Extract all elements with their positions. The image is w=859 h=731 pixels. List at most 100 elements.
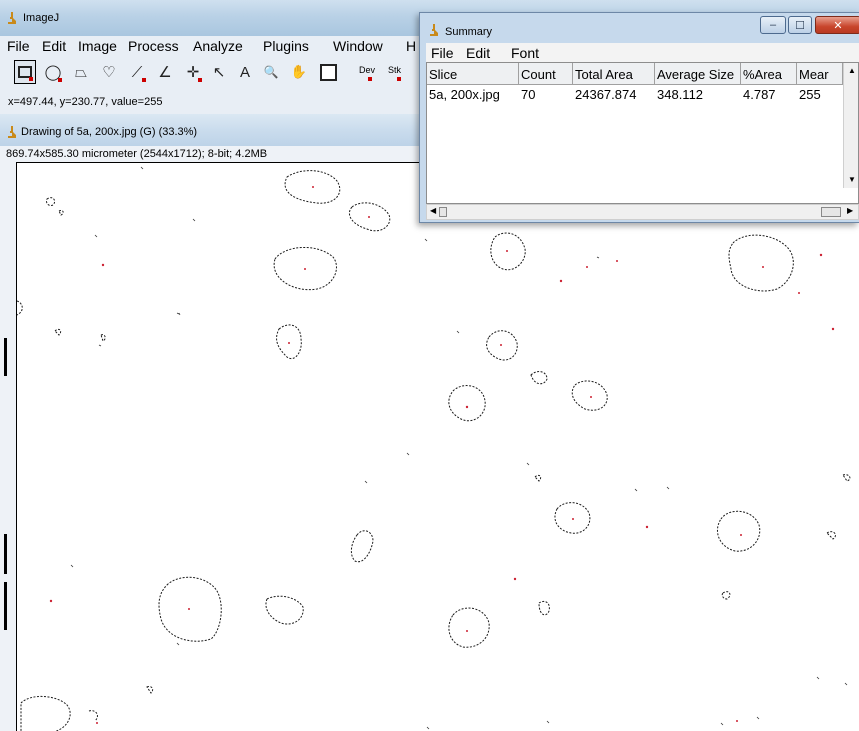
magnifier-tool[interactable]: 🔍 <box>260 60 282 84</box>
column-header-percent-area[interactable]: %Area <box>741 63 797 85</box>
centroid-dot <box>762 266 764 268</box>
close-button[interactable]: ✕ <box>815 16 859 34</box>
centroid-dot <box>101 263 105 267</box>
centroid-dot <box>513 577 517 581</box>
scroll-left-arrow-icon[interactable]: ◀ <box>430 206 436 215</box>
line-tool[interactable]: ⟋ <box>126 60 148 84</box>
column-header-average-size[interactable]: Average Size <box>655 63 741 85</box>
centroid-dot <box>466 630 468 632</box>
horizontal-scrollbar[interactable]: ◀ ▶ <box>426 204 859 220</box>
particle-outline <box>54 328 62 336</box>
scrollbar-thumb[interactable] <box>439 207 447 217</box>
summary-microscope-icon <box>428 24 440 37</box>
freehand-tool-icon: ♡ <box>102 64 116 81</box>
close-icon: ✕ <box>833 18 843 32</box>
edge-strip-top <box>4 338 7 376</box>
menu-edit[interactable]: Edit <box>42 38 66 54</box>
menu-plugins[interactable]: Plugins <box>263 38 309 54</box>
cell-count: 70 <box>521 87 536 102</box>
particle-outlines-drawing <box>17 166 851 731</box>
imagej-microscope-icon <box>6 12 18 25</box>
particle-outline <box>448 607 490 648</box>
scrollbar-thumb-right[interactable] <box>821 207 841 217</box>
cell-slice: 5a, 200x.jpg <box>429 87 500 102</box>
particle-outline <box>486 330 518 361</box>
column-header-total-area[interactable]: Total Area <box>573 63 655 85</box>
particle-outline <box>490 232 526 271</box>
cell-average-size: 348.112 <box>657 87 704 102</box>
text-tool[interactable]: A <box>234 60 256 84</box>
menu-image[interactable]: Image <box>78 38 117 54</box>
menu-process[interactable]: Process <box>128 38 179 54</box>
vertical-scrollbar[interactable]: ▲ ▼ <box>843 63 858 188</box>
particle-outline <box>350 530 374 563</box>
stk-label: Stk <box>388 65 402 75</box>
point-tool[interactable]: ✛ <box>182 60 204 84</box>
particle-outline <box>265 595 304 625</box>
menu-window[interactable]: Window <box>333 38 383 54</box>
scroll-right-arrow-icon[interactable]: ▶ <box>847 206 853 215</box>
column-header-count[interactable]: Count <box>519 63 573 85</box>
stack-menu-button[interactable]: Stk <box>388 62 410 84</box>
centroid-dot <box>819 253 823 257</box>
scroll-up-arrow-icon[interactable]: ▲ <box>848 66 856 75</box>
polygon-tool-icon: ⏢ <box>74 63 87 81</box>
oval-tool[interactable]: ◯ <box>42 60 64 84</box>
centroid-dot <box>559 279 563 283</box>
menu-help[interactable]: H <box>406 38 416 54</box>
column-header-mean[interactable]: Mear <box>797 63 843 85</box>
cell-total-area: 24367.874 <box>575 87 637 102</box>
centroid-dot <box>590 396 592 398</box>
particle-outline <box>538 600 550 616</box>
wand-tool[interactable]: ↖ <box>208 60 230 84</box>
particle-outline <box>826 531 836 540</box>
centroid-dot <box>368 216 370 218</box>
wand-tool-icon: ↖ <box>212 64 226 81</box>
summary-menu-font[interactable]: Font <box>511 45 539 61</box>
image-window-microscope-icon <box>6 126 18 139</box>
minimize-icon: – <box>769 19 777 31</box>
menu-analyze[interactable]: Analyze <box>193 38 243 54</box>
centroid-dot <box>586 266 588 268</box>
edge-strip-low <box>4 582 7 630</box>
image-window-title: Drawing of 5a, 200x.jpg (G) (33.3%) <box>21 126 198 138</box>
summary-menu-edit[interactable]: Edit <box>466 45 490 61</box>
developer-menu-button[interactable]: Dev <box>359 62 381 84</box>
dev-label: Dev <box>359 65 376 75</box>
image-canvas[interactable] <box>16 162 859 731</box>
particle-outline <box>534 474 542 482</box>
polygon-tool[interactable]: ⏢ <box>70 60 92 84</box>
maximize-button[interactable]: ☐ <box>788 16 812 34</box>
angle-tool[interactable]: ∠ <box>154 60 176 84</box>
particle-outline <box>88 710 98 722</box>
centroid-dot <box>96 722 98 724</box>
particle-outline <box>728 234 794 292</box>
centroid-dot <box>312 186 314 188</box>
centroid-dot <box>500 344 502 346</box>
summary-menu-file[interactable]: File <box>431 45 454 61</box>
scroll-down-arrow-icon[interactable]: ▼ <box>848 175 856 184</box>
minimize-button[interactable]: – <box>760 16 786 34</box>
speck-marks <box>70 166 848 730</box>
centroid-dot <box>288 342 290 344</box>
menu-file[interactable]: File <box>7 38 30 54</box>
freehand-tool[interactable]: ♡ <box>98 60 120 84</box>
column-header-slice[interactable]: Slice <box>427 63 519 85</box>
summary-menubar: File Edit Font <box>426 43 859 62</box>
angle-tool-icon: ∠ <box>158 64 172 81</box>
particle-outline <box>46 197 56 206</box>
text-tool-icon: A <box>239 63 250 81</box>
status-text: x=497.44, y=230.77, value=255 <box>8 96 163 108</box>
rectangle-tool[interactable] <box>14 60 36 84</box>
color-picker-tool[interactable] <box>317 60 339 84</box>
centroid-dot <box>506 250 508 252</box>
summary-window[interactable]: Summary – ☐ ✕ File Edit Font Slice Count… <box>419 12 859 223</box>
summary-results-table: Slice Count Total Area Average Size %Are… <box>426 62 859 204</box>
centroid-dot <box>188 608 190 610</box>
particle-outline <box>20 696 71 731</box>
centroid-dot <box>572 518 574 520</box>
magnifier-tool-icon: 🔍 <box>263 65 279 79</box>
centroid-dot <box>49 599 53 603</box>
particle-outline <box>530 371 548 385</box>
hand-tool[interactable]: ✋ <box>288 60 310 84</box>
